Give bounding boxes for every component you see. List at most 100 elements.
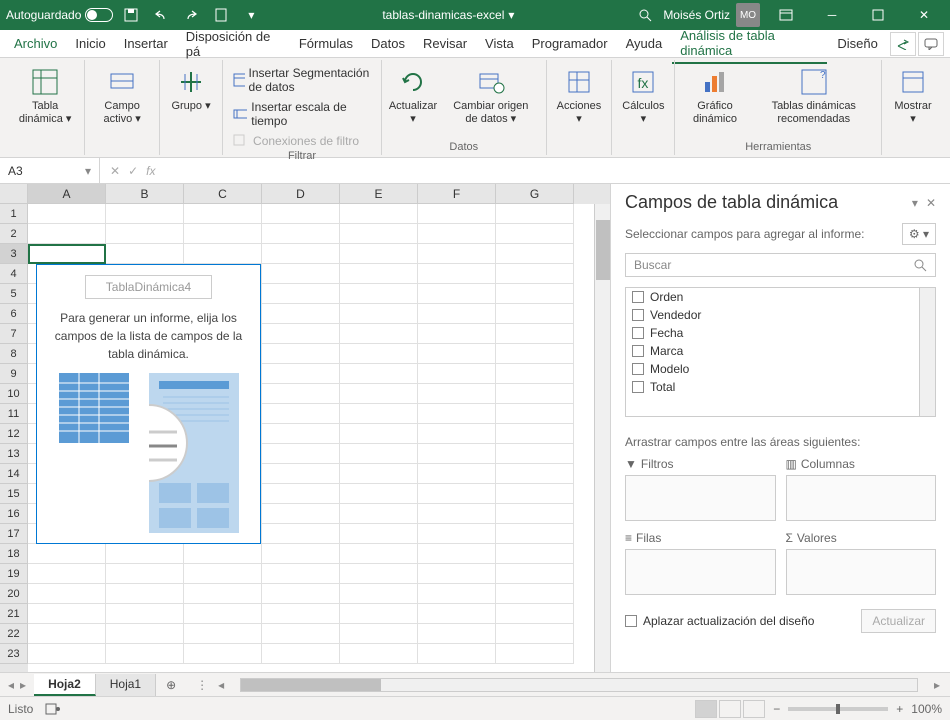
cell[interactable] bbox=[262, 644, 340, 664]
cell[interactable] bbox=[28, 224, 106, 244]
cell[interactable] bbox=[418, 524, 496, 544]
tab-help[interactable]: Ayuda bbox=[618, 32, 671, 55]
cell[interactable] bbox=[496, 544, 574, 564]
cell[interactable] bbox=[418, 264, 496, 284]
field-checkbox[interactable] bbox=[632, 309, 644, 321]
zoom-slider[interactable] bbox=[788, 707, 888, 711]
update-button[interactable]: Actualizar bbox=[861, 609, 936, 633]
row-head-10[interactable]: 10 bbox=[0, 384, 28, 404]
cell[interactable] bbox=[262, 224, 340, 244]
cell[interactable] bbox=[340, 504, 418, 524]
cell[interactable] bbox=[418, 584, 496, 604]
cell[interactable] bbox=[184, 544, 262, 564]
cell[interactable] bbox=[496, 364, 574, 384]
cell[interactable] bbox=[496, 644, 574, 664]
cell[interactable] bbox=[418, 484, 496, 504]
row-head-14[interactable]: 14 bbox=[0, 464, 28, 484]
zoom-in-icon[interactable]: + bbox=[896, 702, 903, 716]
cell[interactable] bbox=[340, 364, 418, 384]
cell[interactable] bbox=[262, 464, 340, 484]
cell[interactable] bbox=[340, 564, 418, 584]
cell[interactable] bbox=[340, 604, 418, 624]
vertical-scrollbar[interactable] bbox=[594, 204, 610, 672]
cell[interactable] bbox=[106, 644, 184, 664]
cell[interactable] bbox=[496, 324, 574, 344]
row-head-2[interactable]: 2 bbox=[0, 224, 28, 244]
name-box[interactable]: A3 ▾ bbox=[0, 158, 100, 183]
insert-timeline-button[interactable]: Insertar escala de tiempo bbox=[229, 98, 375, 130]
field-item[interactable]: Marca bbox=[626, 342, 935, 360]
cell[interactable] bbox=[496, 604, 574, 624]
recommended-button[interactable]: ? Tablas dinámicas recomendadas bbox=[752, 64, 875, 128]
tab-home[interactable]: Inicio bbox=[67, 32, 113, 55]
tab-review[interactable]: Revisar bbox=[415, 32, 475, 55]
cell[interactable] bbox=[28, 644, 106, 664]
hscroll-resize-icon[interactable]: ⋮ bbox=[196, 678, 208, 692]
row-head-5[interactable]: 5 bbox=[0, 284, 28, 304]
cell[interactable] bbox=[496, 224, 574, 244]
cell[interactable] bbox=[106, 564, 184, 584]
pane-dropdown-icon[interactable]: ▾ bbox=[912, 196, 918, 210]
cell[interactable] bbox=[496, 404, 574, 424]
row-head-13[interactable]: 13 bbox=[0, 444, 28, 464]
confirm-formula-icon[interactable]: ✓ bbox=[128, 164, 138, 178]
cell[interactable] bbox=[184, 204, 262, 224]
field-checkbox[interactable] bbox=[632, 291, 644, 303]
cell[interactable] bbox=[496, 344, 574, 364]
row-head-19[interactable]: 19 bbox=[0, 564, 28, 584]
horizontal-scrollbar[interactable] bbox=[240, 678, 918, 692]
cell[interactable] bbox=[28, 204, 106, 224]
cancel-formula-icon[interactable]: ✕ bbox=[110, 164, 120, 178]
row-head-22[interactable]: 22 bbox=[0, 624, 28, 644]
cell[interactable] bbox=[184, 244, 262, 264]
cell[interactable] bbox=[262, 604, 340, 624]
cell[interactable] bbox=[496, 424, 574, 444]
cell[interactable] bbox=[106, 224, 184, 244]
cell[interactable] bbox=[418, 544, 496, 564]
page-break-view-icon[interactable] bbox=[743, 700, 765, 718]
cell[interactable] bbox=[496, 284, 574, 304]
col-head-D[interactable]: D bbox=[262, 184, 340, 204]
cell[interactable] bbox=[184, 604, 262, 624]
cell[interactable] bbox=[496, 564, 574, 584]
active-field-button[interactable]: Campo activo ▾ bbox=[91, 64, 153, 128]
cell[interactable] bbox=[28, 584, 106, 604]
tab-analyze[interactable]: Análisis de tabla dinámica bbox=[672, 24, 827, 64]
cell[interactable] bbox=[262, 424, 340, 444]
change-source-button[interactable]: Cambiar origen de datos ▾ bbox=[442, 64, 540, 128]
tab-data[interactable]: Datos bbox=[363, 32, 413, 55]
pivot-table-button[interactable]: Tabla dinámica ▾ bbox=[12, 64, 78, 128]
row-head-6[interactable]: 6 bbox=[0, 304, 28, 324]
cell[interactable] bbox=[106, 584, 184, 604]
cell[interactable] bbox=[496, 484, 574, 504]
pivot-chart-button[interactable]: Gráfico dinámico bbox=[681, 64, 748, 128]
gear-icon[interactable]: ⚙ ▾ bbox=[902, 223, 936, 245]
autosave-toggle[interactable] bbox=[85, 8, 113, 22]
cell[interactable] bbox=[418, 304, 496, 324]
cell[interactable] bbox=[418, 344, 496, 364]
cell[interactable] bbox=[28, 544, 106, 564]
field-item[interactable]: Modelo bbox=[626, 360, 935, 378]
cell[interactable] bbox=[262, 564, 340, 584]
field-checkbox[interactable] bbox=[632, 327, 644, 339]
defer-checkbox[interactable] bbox=[625, 615, 637, 627]
cell[interactable] bbox=[262, 284, 340, 304]
cell[interactable] bbox=[418, 244, 496, 264]
cell[interactable] bbox=[418, 424, 496, 444]
tab-formulas[interactable]: Fórmulas bbox=[291, 32, 361, 55]
refresh-button[interactable]: Actualizar ▾ bbox=[388, 64, 438, 128]
cell[interactable] bbox=[418, 404, 496, 424]
sheet-tab-other[interactable]: Hoja1 bbox=[96, 674, 156, 696]
cell[interactable] bbox=[184, 624, 262, 644]
cell[interactable] bbox=[262, 444, 340, 464]
fx-icon[interactable]: fx bbox=[146, 164, 155, 178]
cell[interactable] bbox=[418, 564, 496, 584]
cell[interactable] bbox=[28, 244, 106, 264]
cell[interactable] bbox=[340, 224, 418, 244]
insert-slicer-button[interactable]: Insertar Segmentación de datos bbox=[229, 64, 375, 96]
tab-insert[interactable]: Insertar bbox=[116, 32, 176, 55]
row-head-21[interactable]: 21 bbox=[0, 604, 28, 624]
cell[interactable] bbox=[418, 324, 496, 344]
cell[interactable] bbox=[418, 624, 496, 644]
row-head-15[interactable]: 15 bbox=[0, 484, 28, 504]
